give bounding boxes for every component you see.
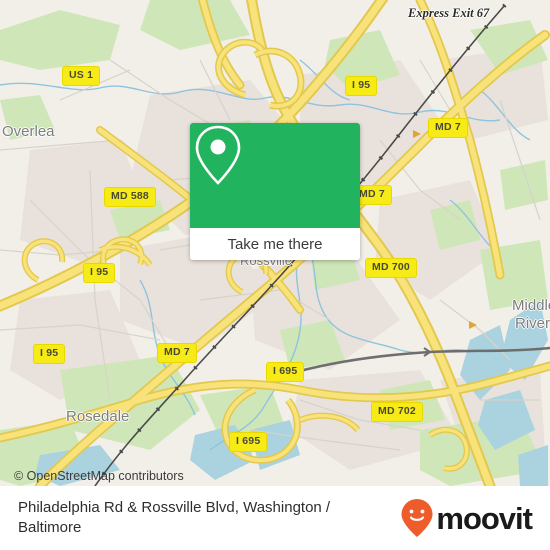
map-canvas[interactable]: Overlea Rossville Rosedale Middle River … (0, 0, 550, 486)
location-title: Philadelphia Rd & Rossville Blvd, Washin… (18, 498, 331, 536)
shield-md-700[interactable]: MD 700 (365, 258, 417, 278)
shield-md-7-c[interactable]: MD 7 (157, 343, 197, 363)
shield-i-95-c[interactable]: I 95 (33, 344, 66, 364)
shield-i-695-b[interactable]: I 695 (229, 432, 268, 452)
destination-callout-card[interactable]: Take me there (190, 123, 360, 260)
take-me-there-button[interactable]: Take me there (190, 228, 360, 260)
moovit-wordmark: moovit (436, 500, 533, 536)
place-label-rosedale: Rosedale (66, 408, 130, 425)
place-label-middle: Middle (512, 297, 550, 314)
location-pin-icon (195, 125, 241, 185)
place-label-river: River (515, 315, 550, 332)
shield-md-7-a[interactable]: MD 7 (428, 118, 468, 138)
shield-us-1[interactable]: US 1 (62, 66, 101, 86)
shield-md-588[interactable]: MD 588 (104, 187, 156, 207)
footer-bar: Philadelphia Rd & Rossville Blvd, Washin… (0, 486, 550, 550)
callout-pin-area (190, 123, 360, 228)
place-label-overlea: Overlea (2, 123, 55, 140)
shield-i-95-a[interactable]: I 95 (345, 76, 378, 96)
moovit-smiley-pin-icon (401, 499, 433, 537)
shield-i-95-b[interactable]: I 95 (83, 263, 116, 283)
osm-attribution[interactable]: © OpenStreetMap contributors (14, 469, 184, 483)
map-screenshot: Overlea Rossville Rosedale Middle River … (0, 0, 550, 550)
shield-i-695-a[interactable]: I 695 (266, 362, 305, 382)
exit-label-express-exit-67: Express Exit 67 (408, 6, 490, 20)
take-me-there-label: Take me there (227, 235, 323, 253)
moovit-logo[interactable]: moovit (400, 498, 533, 538)
shield-md-702[interactable]: MD 702 (371, 402, 423, 422)
